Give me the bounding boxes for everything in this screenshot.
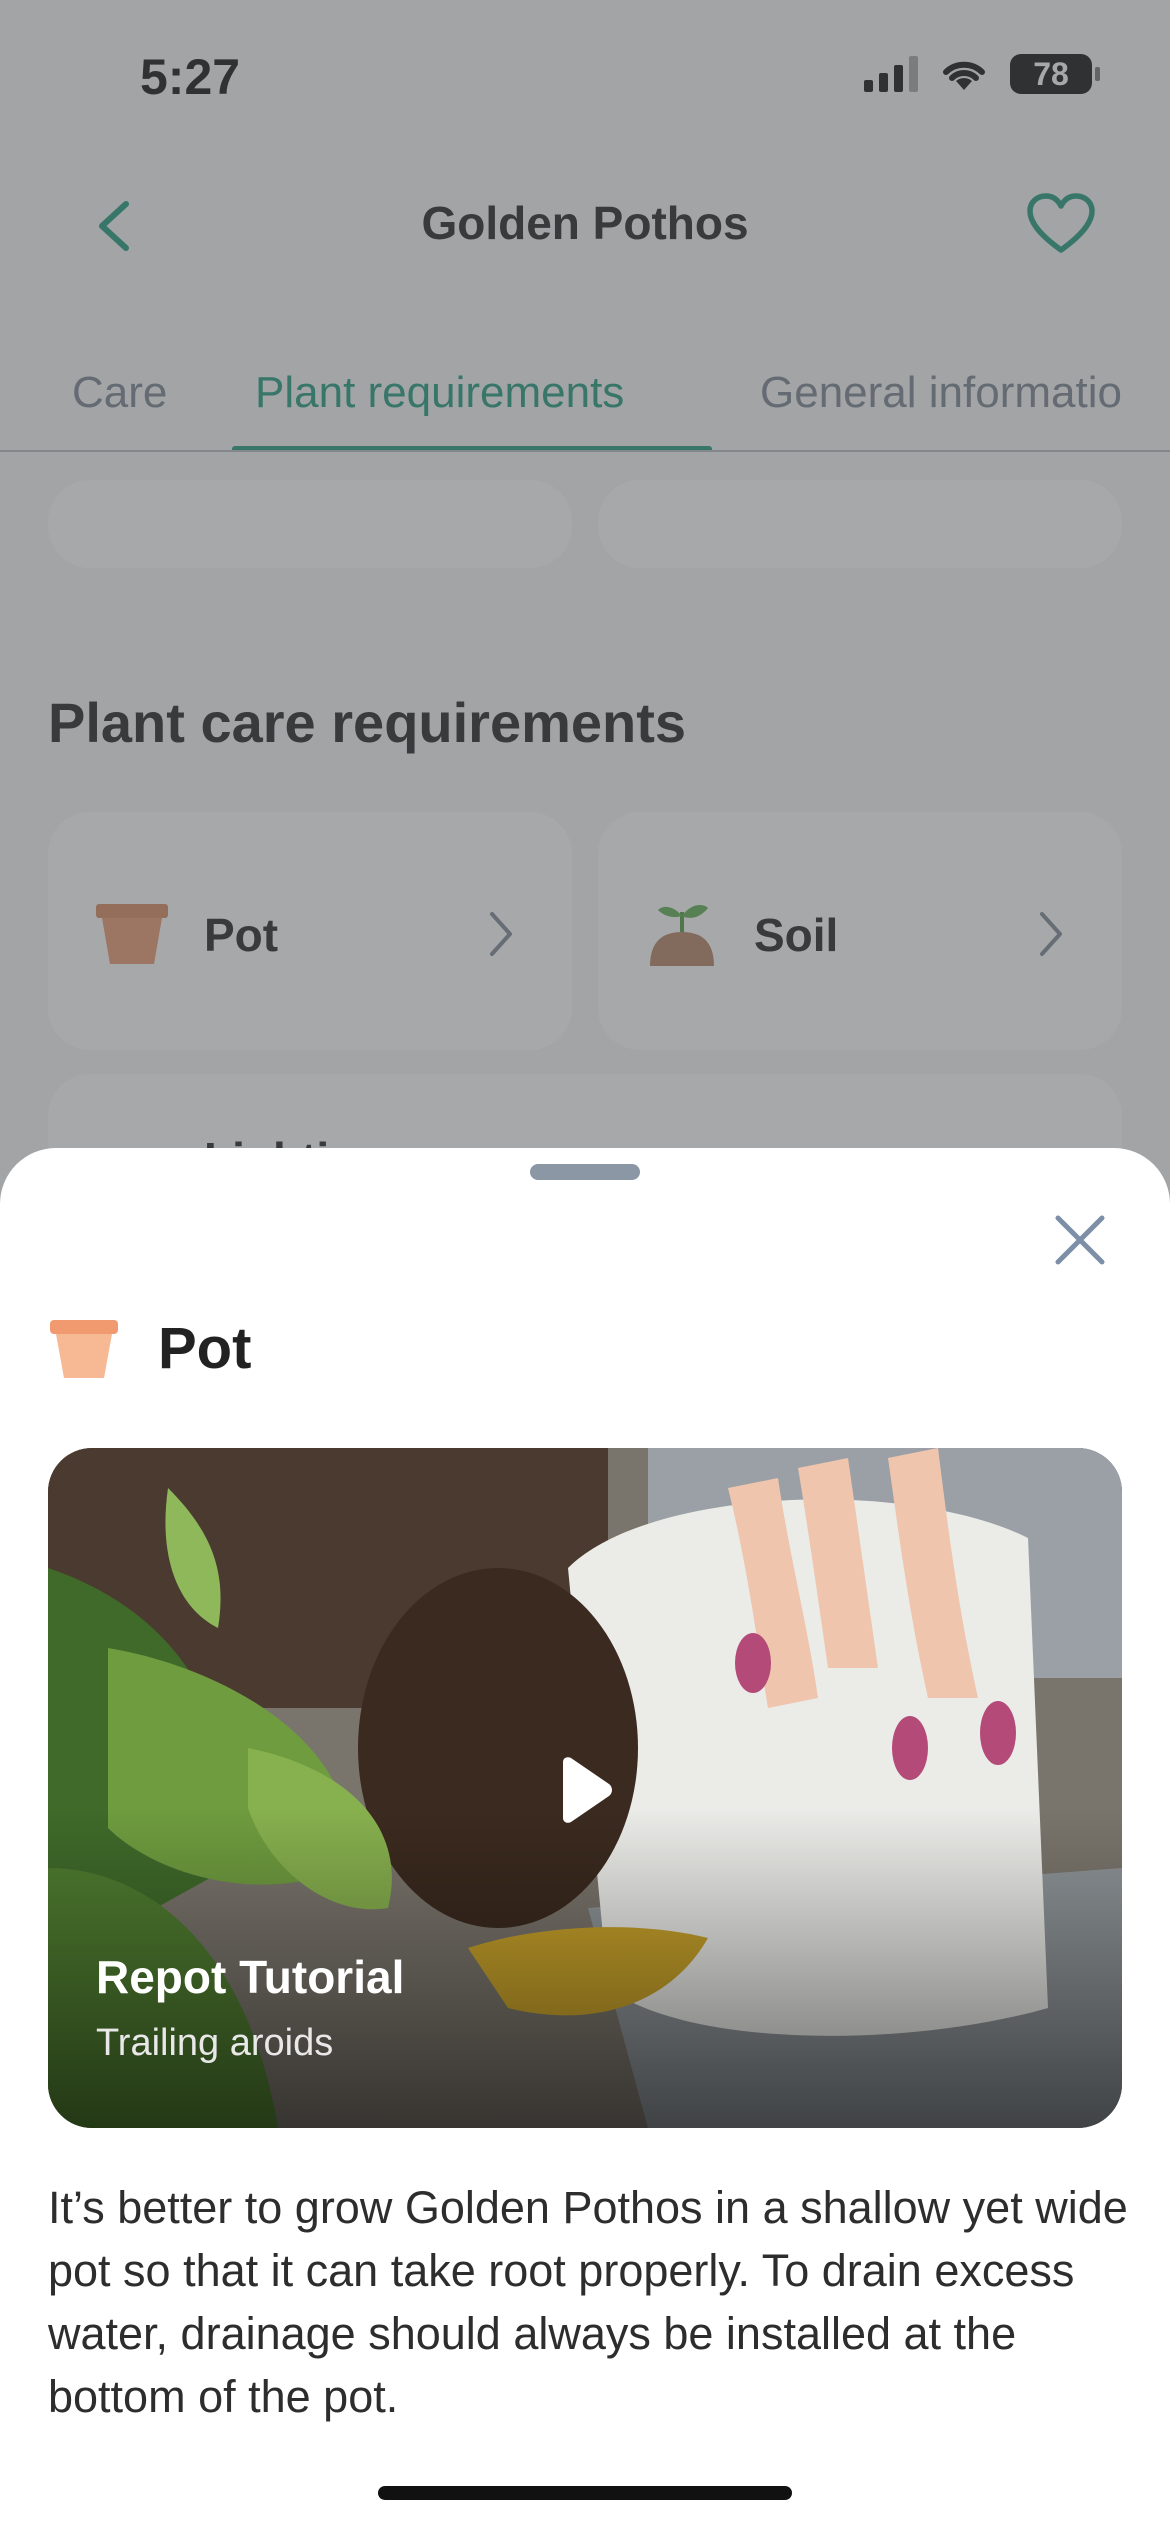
video-title: Repot Tutorial [96,1951,405,2003]
play-icon[interactable] [555,1756,615,1824]
drag-handle[interactable] [530,1164,640,1180]
sheet-title: Pot [158,1315,252,1381]
bottom-sheet: Pot Repot Tutorial Trailing aroids It’s … [0,1148,1170,2532]
sheet-header: Pot [48,1308,251,1388]
video-card[interactable]: Repot Tutorial Trailing aroids [48,1448,1122,2128]
close-icon[interactable] [1050,1210,1110,1270]
pot-icon [50,1320,118,1378]
video-subtitle: Trailing aroids [96,2022,334,2064]
pot-description: It’s better to grow Golden Pothos in a s… [48,2182,1128,2422]
home-indicator[interactable] [378,2486,792,2500]
